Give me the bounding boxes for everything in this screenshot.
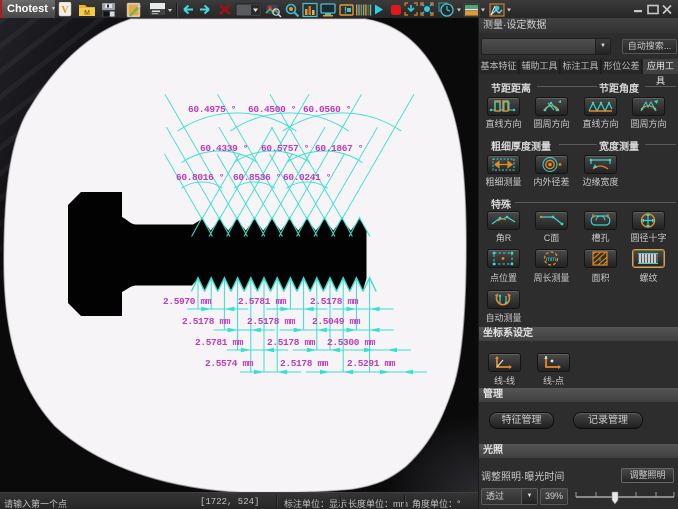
svg-text:2.5178 mm: 2.5178 mm <box>182 316 231 327</box>
svg-text:60.4500 °: 60.4500 ° <box>248 104 296 115</box>
svg-text:2.5970 mm: 2.5970 mm <box>163 296 212 307</box>
svg-text:2.5300 mm: 2.5300 mm <box>327 337 376 348</box>
svg-text:60.8536 °: 60.8536 ° <box>233 172 281 183</box>
svg-text:2.5178 mm: 2.5178 mm <box>247 316 296 327</box>
svg-text:2.5781 mm: 2.5781 mm <box>195 337 244 348</box>
svg-text:60.0241 °: 60.0241 ° <box>283 172 331 183</box>
svg-text:2.5781 mm: 2.5781 mm <box>238 296 287 307</box>
svg-text:60.5757 °: 60.5757 ° <box>261 143 309 154</box>
svg-text:!: ! <box>344 6 347 16</box>
svg-text:2.5291 mm: 2.5291 mm <box>347 358 396 369</box>
svg-text:2.5049 mm: 2.5049 mm <box>312 316 361 327</box>
svg-text:60.1867 °: 60.1867 ° <box>315 143 363 154</box>
svg-text:2.5178 mm: 2.5178 mm <box>267 337 316 348</box>
svg-text:M: M <box>84 10 90 17</box>
svg-text:V: V <box>61 5 69 16</box>
svg-text:mm: mm <box>546 257 556 263</box>
svg-text:2.5178 mm: 2.5178 mm <box>280 358 329 369</box>
svg-text:60.0560 °: 60.0560 ° <box>303 104 351 115</box>
svg-text:2.5178 mm: 2.5178 mm <box>310 296 359 307</box>
svg-text:2.5574 mm: 2.5574 mm <box>205 358 254 369</box>
svg-text:60.4339 °: 60.4339 ° <box>200 143 248 154</box>
svg-text:60.4975 °: 60.4975 ° <box>188 104 236 115</box>
svg-text:60.8016 °: 60.8016 ° <box>176 172 224 183</box>
svg-text:x: x <box>599 257 602 263</box>
